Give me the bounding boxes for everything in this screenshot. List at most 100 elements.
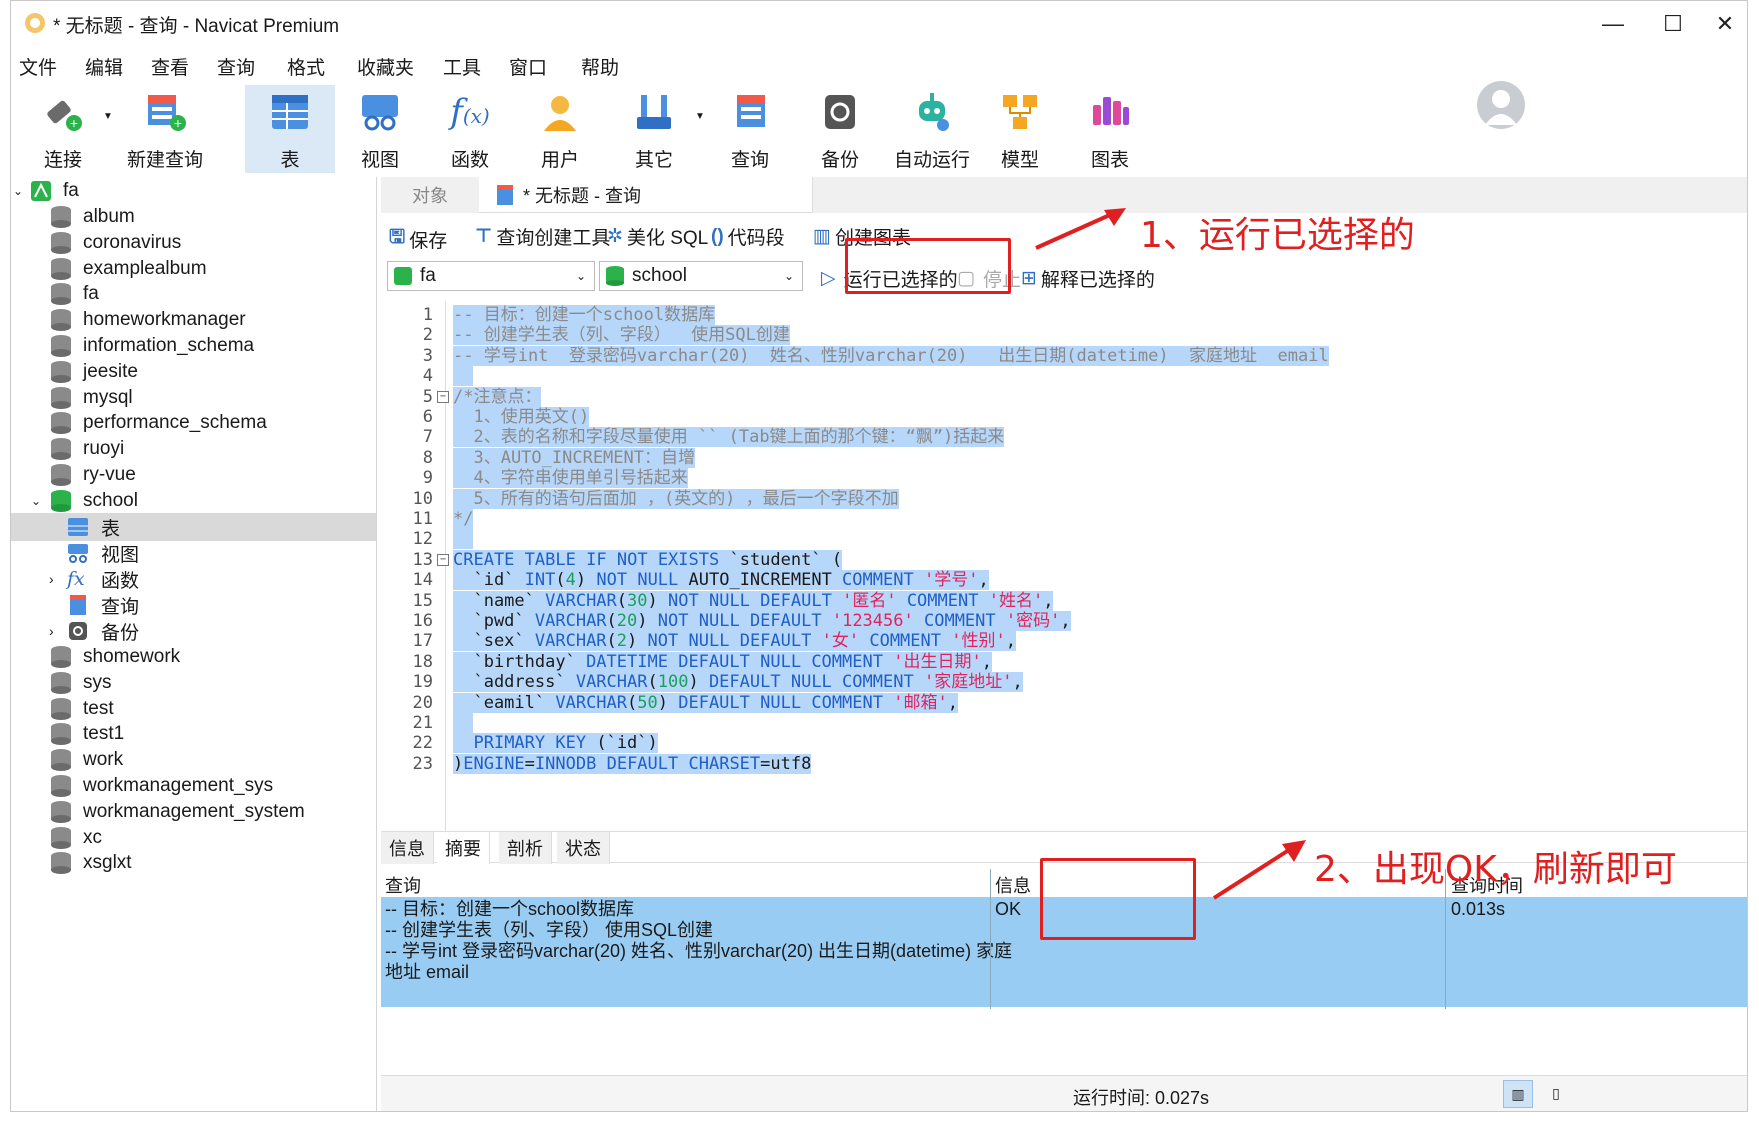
connect-button[interactable]: + 连接	[23, 85, 103, 173]
database-icon	[606, 266, 624, 286]
code-line	[453, 366, 474, 387]
user-avatar-icon	[1485, 90, 1517, 125]
view-button[interactable]: 视图	[345, 85, 415, 173]
close-button[interactable]: ✕	[1699, 7, 1747, 41]
connect-dropdown-icon[interactable]: ▼	[103, 111, 113, 122]
query-tab-icon	[497, 185, 513, 205]
chevron-right-icon[interactable]: ›	[49, 571, 67, 587]
chevron-right-icon[interactable]: ›	[49, 623, 67, 639]
tree-item-tables[interactable]: 表	[11, 513, 376, 541]
auto-run-button[interactable]: 自动运行	[887, 85, 977, 173]
database-icon	[51, 800, 71, 823]
tree-item-queries[interactable]: 查询	[67, 591, 139, 619]
chevron-down-icon[interactable]: ⌄	[13, 184, 31, 198]
layout-full-icon[interactable]: ▯	[1541, 1080, 1571, 1108]
connection-icon	[31, 181, 51, 201]
col-header-info[interactable]: 信息	[995, 872, 1031, 898]
maximize-button[interactable]: ☐	[1647, 7, 1699, 41]
tree-db-item[interactable]: shomework	[51, 643, 180, 671]
save-button[interactable]: 🖫 保存	[389, 223, 447, 255]
database-select[interactable]: school ⌄	[599, 261, 803, 291]
avatar[interactable]	[1477, 81, 1525, 129]
navigator-sidebar: ⌄ fa album coronavirus examplealbum fa homew…	[11, 177, 377, 1111]
database-icon	[51, 749, 71, 772]
code-line: `id` INT(4) NOT NULL AUTO_INCREMENT COMM…	[453, 570, 989, 591]
tree-item-functions[interactable]: › fx 函数	[49, 565, 139, 593]
backup-icon	[812, 85, 868, 139]
code-line: 4、字符串使用单引号括起来	[453, 468, 688, 489]
highlight-box-ok	[1040, 858, 1196, 940]
tab-objects[interactable]: 对象	[381, 177, 479, 213]
menu-file[interactable]: 文件	[19, 53, 57, 80]
tab-status[interactable]: 状态	[557, 832, 610, 864]
other-button[interactable]: 其它	[619, 85, 689, 173]
explain-selected-button[interactable]: ⊞ 解释已选择的	[1021, 265, 1155, 292]
menu-help[interactable]: 帮助	[581, 53, 619, 80]
function-button[interactable]: f(x) 函数	[435, 85, 505, 173]
tree-db-item[interactable]: album	[51, 203, 135, 231]
tree-db-item[interactable]: test1	[51, 720, 124, 748]
new-query-button[interactable]: + 新建查询	[115, 85, 215, 173]
other-dropdown-icon[interactable]: ▼	[695, 111, 705, 122]
tree-db-item[interactable]: workmanagement_sys	[51, 772, 273, 800]
layout-split-icon[interactable]: ▥	[1503, 1080, 1533, 1108]
database-icon	[51, 646, 71, 668]
tree-db-item[interactable]: homeworkmanager	[51, 306, 246, 334]
snippet-button[interactable]: () 代码段	[711, 223, 785, 250]
tree-db-item[interactable]: information_schema	[51, 332, 254, 360]
menu-view[interactable]: 查看	[151, 53, 189, 80]
tree-connection-fa[interactable]: ⌄ fa	[13, 177, 79, 205]
tree-item-views[interactable]: 视图	[67, 539, 139, 567]
line-number: 5	[422, 386, 433, 407]
tree-db-item[interactable]: work	[51, 746, 123, 774]
menu-edit[interactable]: 编辑	[85, 53, 123, 80]
backup-button[interactable]: 备份	[805, 85, 875, 173]
tree-db-item[interactable]: coronavirus	[51, 229, 181, 257]
tree-db-school[interactable]: ⌄ school	[31, 487, 138, 515]
model-button[interactable]: 模型	[985, 85, 1055, 173]
tree-db-item[interactable]: examplealbum	[51, 255, 207, 283]
database-icon	[51, 775, 71, 797]
tab-info[interactable]: 信息	[381, 832, 434, 864]
tree-db-item[interactable]: xc	[51, 824, 102, 852]
menu-format[interactable]: 格式	[287, 53, 325, 80]
tree-db-item[interactable]: xsglxt	[51, 849, 132, 877]
tree-db-item[interactable]: ruoyi	[51, 435, 124, 463]
menu-bar: 文件 编辑 查看 查询 格式 收藏夹 工具 窗口 帮助	[11, 49, 1747, 83]
tree-db-item[interactable]: test	[51, 695, 114, 723]
tab-summary[interactable]: 摘要	[437, 832, 490, 864]
tools-icon	[626, 85, 682, 139]
tree-db-item[interactable]: workmanagement_system	[51, 798, 305, 826]
chart-button[interactable]: 图表	[1075, 85, 1145, 173]
tab-profile[interactable]: 剖析	[499, 832, 552, 864]
minimize-button[interactable]: —	[1587, 7, 1639, 41]
query-builder-button[interactable]: ⊤ 查询创建工具	[475, 223, 610, 250]
tree-db-item[interactable]: mysql	[51, 384, 133, 412]
menu-window[interactable]: 窗口	[509, 53, 547, 80]
menu-query[interactable]: 查询	[217, 53, 255, 80]
tab-query[interactable]: * 无标题 - 查询	[483, 177, 813, 213]
sql-editor[interactable]: 1 -- 目标：创建一个school数据库 2 -- 创建学生表（列、字段） 使用SQ…	[381, 301, 1747, 831]
tree-item-backups[interactable]: › 备份	[49, 617, 139, 645]
model-icon	[992, 85, 1048, 139]
connection-select[interactable]: fa ⌄	[387, 261, 595, 291]
col-header-query[interactable]: 查询	[385, 872, 421, 898]
table-button[interactable]: 表	[245, 85, 335, 173]
code-line: */	[453, 509, 474, 529]
user-button[interactable]: 用户	[525, 85, 595, 173]
beautify-sql-button[interactable]: ✲ 美化 SQL	[607, 223, 708, 250]
tree-db-item[interactable]: sys	[51, 669, 112, 697]
play-icon: ▷	[821, 268, 836, 289]
tree-db-item[interactable]: fa	[51, 280, 99, 308]
tree-db-item[interactable]: jeesite	[51, 358, 138, 386]
database-icon	[51, 412, 71, 435]
fold-toggle-icon[interactable]: −	[437, 553, 449, 566]
database-icon	[51, 826, 71, 849]
tree-db-item[interactable]: ry-vue	[51, 461, 136, 489]
fold-toggle-icon[interactable]: −	[437, 390, 449, 403]
menu-tools[interactable]: 工具	[443, 53, 481, 80]
query-button[interactable]: 查询	[715, 85, 785, 173]
menu-favorites[interactable]: 收藏夹	[357, 53, 414, 80]
tree-db-item[interactable]: performance_schema	[51, 409, 267, 437]
chevron-down-icon[interactable]: ⌄	[31, 494, 51, 508]
